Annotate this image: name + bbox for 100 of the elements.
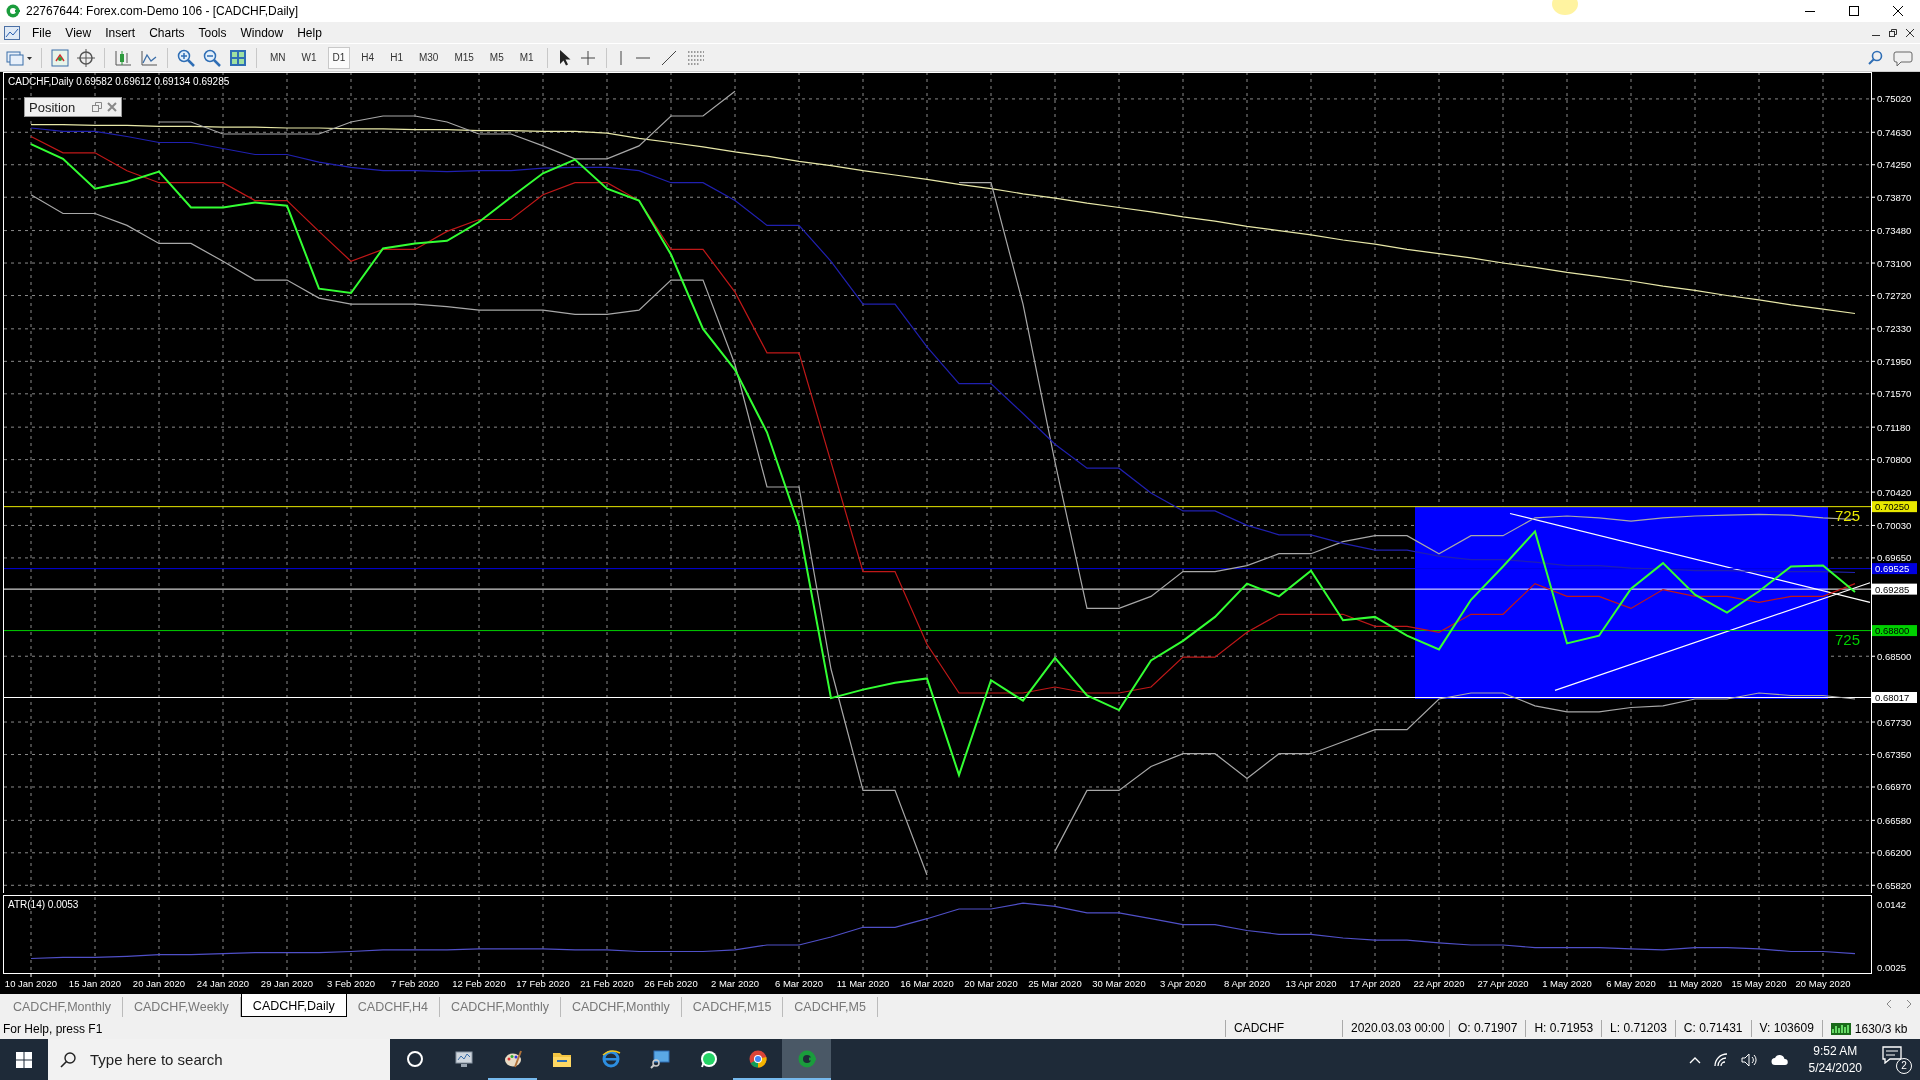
new-chart-icon[interactable] bbox=[6, 48, 32, 67]
cloud-icon[interactable] bbox=[1770, 1053, 1789, 1066]
axis-label: 0.69650 bbox=[1877, 552, 1912, 564]
close-icon[interactable] bbox=[1906, 28, 1914, 37]
palette-icon bbox=[502, 1048, 523, 1069]
indicator-label: ATR(14) 0.0053 bbox=[8, 899, 79, 910]
timeframe-button[interactable]: D1 bbox=[327, 46, 351, 69]
chat-bubble-icon bbox=[698, 1048, 719, 1069]
notification-badge: 2 bbox=[1896, 1057, 1912, 1074]
crosshair-target-icon[interactable] bbox=[77, 48, 95, 67]
chart-tab[interactable]: CADCHF,Monthly bbox=[2, 997, 123, 1017]
axis-label: 0.66970 bbox=[1877, 781, 1912, 793]
chart-tab[interactable]: CADCHF,Weekly bbox=[122, 997, 241, 1017]
axis-label: 11 Mar 2020 bbox=[836, 978, 890, 989]
ref-line-label: 0.68017 bbox=[1875, 692, 1910, 703]
axis-label: 15 Jan 2020 bbox=[68, 978, 122, 989]
trend-line-icon[interactable] bbox=[659, 48, 678, 67]
chart-label: 725 bbox=[1835, 506, 1861, 524]
axis-label: 3 Feb 2020 bbox=[326, 978, 376, 989]
zoom-in-icon[interactable] bbox=[177, 48, 195, 67]
menu-item[interactable]: Tools bbox=[191, 23, 234, 42]
search-icon[interactable] bbox=[1868, 48, 1884, 67]
maximize-icon[interactable] bbox=[1849, 6, 1859, 16]
chart-tab[interactable]: CADCHF,Daily bbox=[240, 994, 347, 1017]
chart-app-icon bbox=[796, 1048, 817, 1069]
chart-tab[interactable]: CADCHF,Monthly bbox=[560, 997, 682, 1017]
axis-label: 22 Apr 2020 bbox=[1413, 978, 1465, 989]
wifi-icon[interactable] bbox=[1712, 1052, 1729, 1067]
status-field: 2020.03.03 00:00 bbox=[1342, 1020, 1449, 1037]
status-field: CADCHF bbox=[1225, 1020, 1342, 1037]
menu-item[interactable]: Charts bbox=[142, 23, 192, 42]
axis-label: 15 May 2020 bbox=[1731, 978, 1787, 989]
timeframe-button[interactable]: M30 bbox=[413, 46, 444, 69]
axis-label: 0.70800 bbox=[1877, 454, 1912, 466]
axis-label: 12 Feb 2020 bbox=[452, 978, 506, 989]
windows-start-icon[interactable] bbox=[16, 1051, 32, 1068]
axis-label: 26 Feb 2020 bbox=[644, 978, 698, 989]
axis-label: 0.65820 bbox=[1877, 879, 1912, 891]
status-field: L: 0.71203 bbox=[1601, 1020, 1675, 1037]
search-box[interactable]: Type here to search bbox=[48, 1039, 390, 1080]
chart-tab[interactable]: CADCHF,H4 bbox=[346, 997, 440, 1017]
scroll-right-icon[interactable] bbox=[1906, 1000, 1912, 1008]
menu-item[interactable]: Window bbox=[233, 23, 291, 42]
status-text: For Help, press F1 bbox=[2, 1021, 104, 1036]
clock[interactable]: 9:52 AM 5/24/2020 bbox=[1808, 1042, 1862, 1077]
axis-label: 11 May 2020 bbox=[1667, 978, 1723, 989]
ref-line-label: 0.69525 bbox=[1875, 563, 1910, 575]
menu-item[interactable]: Help bbox=[290, 23, 329, 42]
axis-label: 3 Apr 2020 bbox=[1160, 978, 1206, 989]
axis-label: 0.75020 bbox=[1877, 93, 1912, 105]
close-icon[interactable] bbox=[1893, 6, 1903, 16]
volume-icon[interactable] bbox=[1740, 1052, 1759, 1067]
scroll-left-icon[interactable] bbox=[1886, 1000, 1892, 1008]
window-title: 22767644: Forex.com-Demo 106 - [CADCHF,Daily] bbox=[26, 4, 299, 18]
chart-tab[interactable]: CADCHF,M5 bbox=[783, 997, 878, 1017]
axis-label: 2 Mar 2020 bbox=[710, 978, 760, 989]
axis-label: 0.66200 bbox=[1877, 847, 1912, 859]
axis-label: 0.68500 bbox=[1877, 650, 1912, 662]
axis-label: 29 Jan 2020 bbox=[260, 978, 314, 989]
browser-icon bbox=[600, 1048, 621, 1069]
axis-label: 10 Jan 2020 bbox=[4, 978, 58, 989]
timeframe-button[interactable]: W1 bbox=[296, 46, 322, 69]
line-chart-icon[interactable] bbox=[140, 48, 158, 67]
chart-tab[interactable]: CADCHF,M15 bbox=[681, 997, 784, 1017]
axis-label: 0.74630 bbox=[1877, 126, 1912, 138]
timeframe-button[interactable]: MN bbox=[265, 46, 291, 69]
notification-icon[interactable] bbox=[1882, 1045, 1902, 1064]
chevron-up-icon[interactable] bbox=[1688, 1055, 1701, 1064]
axis-label: 27 Apr 2020 bbox=[1477, 978, 1529, 989]
axis-label: 25 Mar 2020 bbox=[1028, 978, 1082, 989]
axis-label: 0.71950 bbox=[1877, 355, 1912, 367]
menu-item[interactable]: View bbox=[58, 23, 99, 42]
menu-item[interactable]: File bbox=[25, 23, 59, 42]
axis-label: 0.73100 bbox=[1877, 257, 1912, 269]
tile-windows-icon[interactable] bbox=[229, 48, 247, 67]
timeframe-button[interactable]: M15 bbox=[449, 46, 479, 69]
timeframe-button[interactable]: H4 bbox=[356, 46, 380, 69]
restore-icon[interactable] bbox=[1889, 28, 1897, 37]
axis-label: 1 May 2020 bbox=[1542, 978, 1592, 989]
price-tag: 0.69525 bbox=[1872, 563, 1917, 575]
search-icon bbox=[60, 1051, 76, 1068]
axis-label: 0.71180 bbox=[1877, 421, 1911, 433]
clock-time: 9:52 AM bbox=[1813, 1042, 1858, 1060]
chart-arrows-icon[interactable] bbox=[51, 48, 69, 67]
price-tag: 0.68017 bbox=[1872, 692, 1917, 703]
status-field: H: 0.71953 bbox=[1525, 1020, 1602, 1037]
menu-item[interactable]: Insert bbox=[98, 23, 143, 42]
search-field[interactable]: Type here to search bbox=[88, 1050, 352, 1069]
zoom-out-icon[interactable] bbox=[203, 48, 221, 67]
timeframe-button[interactable]: H1 bbox=[385, 46, 408, 69]
chat-icon[interactable] bbox=[1892, 48, 1914, 67]
axis-label: 6 Mar 2020 bbox=[774, 978, 824, 989]
timeframe-button[interactable]: M1 bbox=[514, 46, 539, 69]
monitor-magnifier-icon bbox=[649, 1048, 670, 1069]
task-view-icon bbox=[404, 1048, 425, 1069]
candlestick-icon[interactable] bbox=[114, 48, 132, 67]
timeframe-button[interactable]: M5 bbox=[484, 46, 509, 69]
axis-label: 21 Feb 2020 bbox=[580, 978, 634, 989]
chart-tab[interactable]: CADCHF,Monthly bbox=[439, 997, 561, 1017]
circle-logo-icon bbox=[747, 1048, 768, 1069]
